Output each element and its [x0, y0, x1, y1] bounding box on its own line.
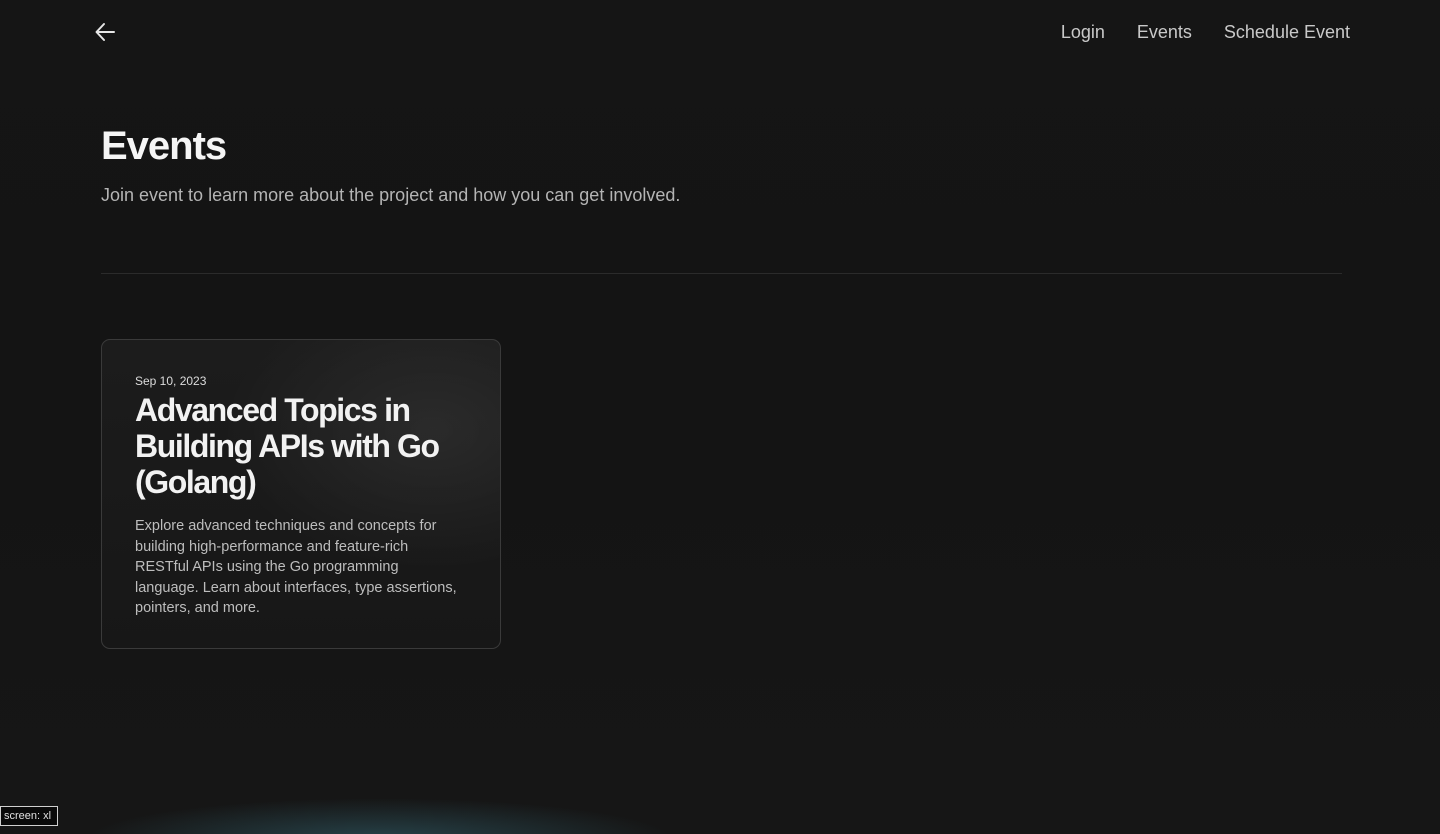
event-card[interactable]: Sep 10, 2023 Advanced Topics in Building… — [101, 339, 501, 649]
back-button[interactable] — [92, 19, 118, 45]
event-description: Explore advanced techniques and concepts… — [135, 518, 457, 616]
screen-size-indicator: screen: xl — [0, 806, 59, 826]
top-navigation-bar: Login Events Schedule Event — [0, 0, 1440, 64]
nav-link-events[interactable]: Events — [1137, 21, 1192, 43]
page-title: Events — [101, 124, 227, 168]
main-nav: Login Events Schedule Event — [1061, 21, 1350, 43]
events-page: Login Events Schedule Event Events Join … — [0, 0, 1440, 834]
event-title[interactable]: Advanced Topics in Building APIs with Go… — [135, 392, 465, 500]
arrow-left-icon — [94, 21, 116, 43]
section-divider — [101, 273, 1342, 274]
nav-link-login[interactable]: Login — [1061, 21, 1105, 43]
nav-link-schedule-event[interactable]: Schedule Event — [1224, 21, 1350, 43]
page-subtitle: Join event to learn more about the proje… — [101, 185, 681, 205]
event-date: Sep 10, 2023 — [135, 374, 207, 388]
